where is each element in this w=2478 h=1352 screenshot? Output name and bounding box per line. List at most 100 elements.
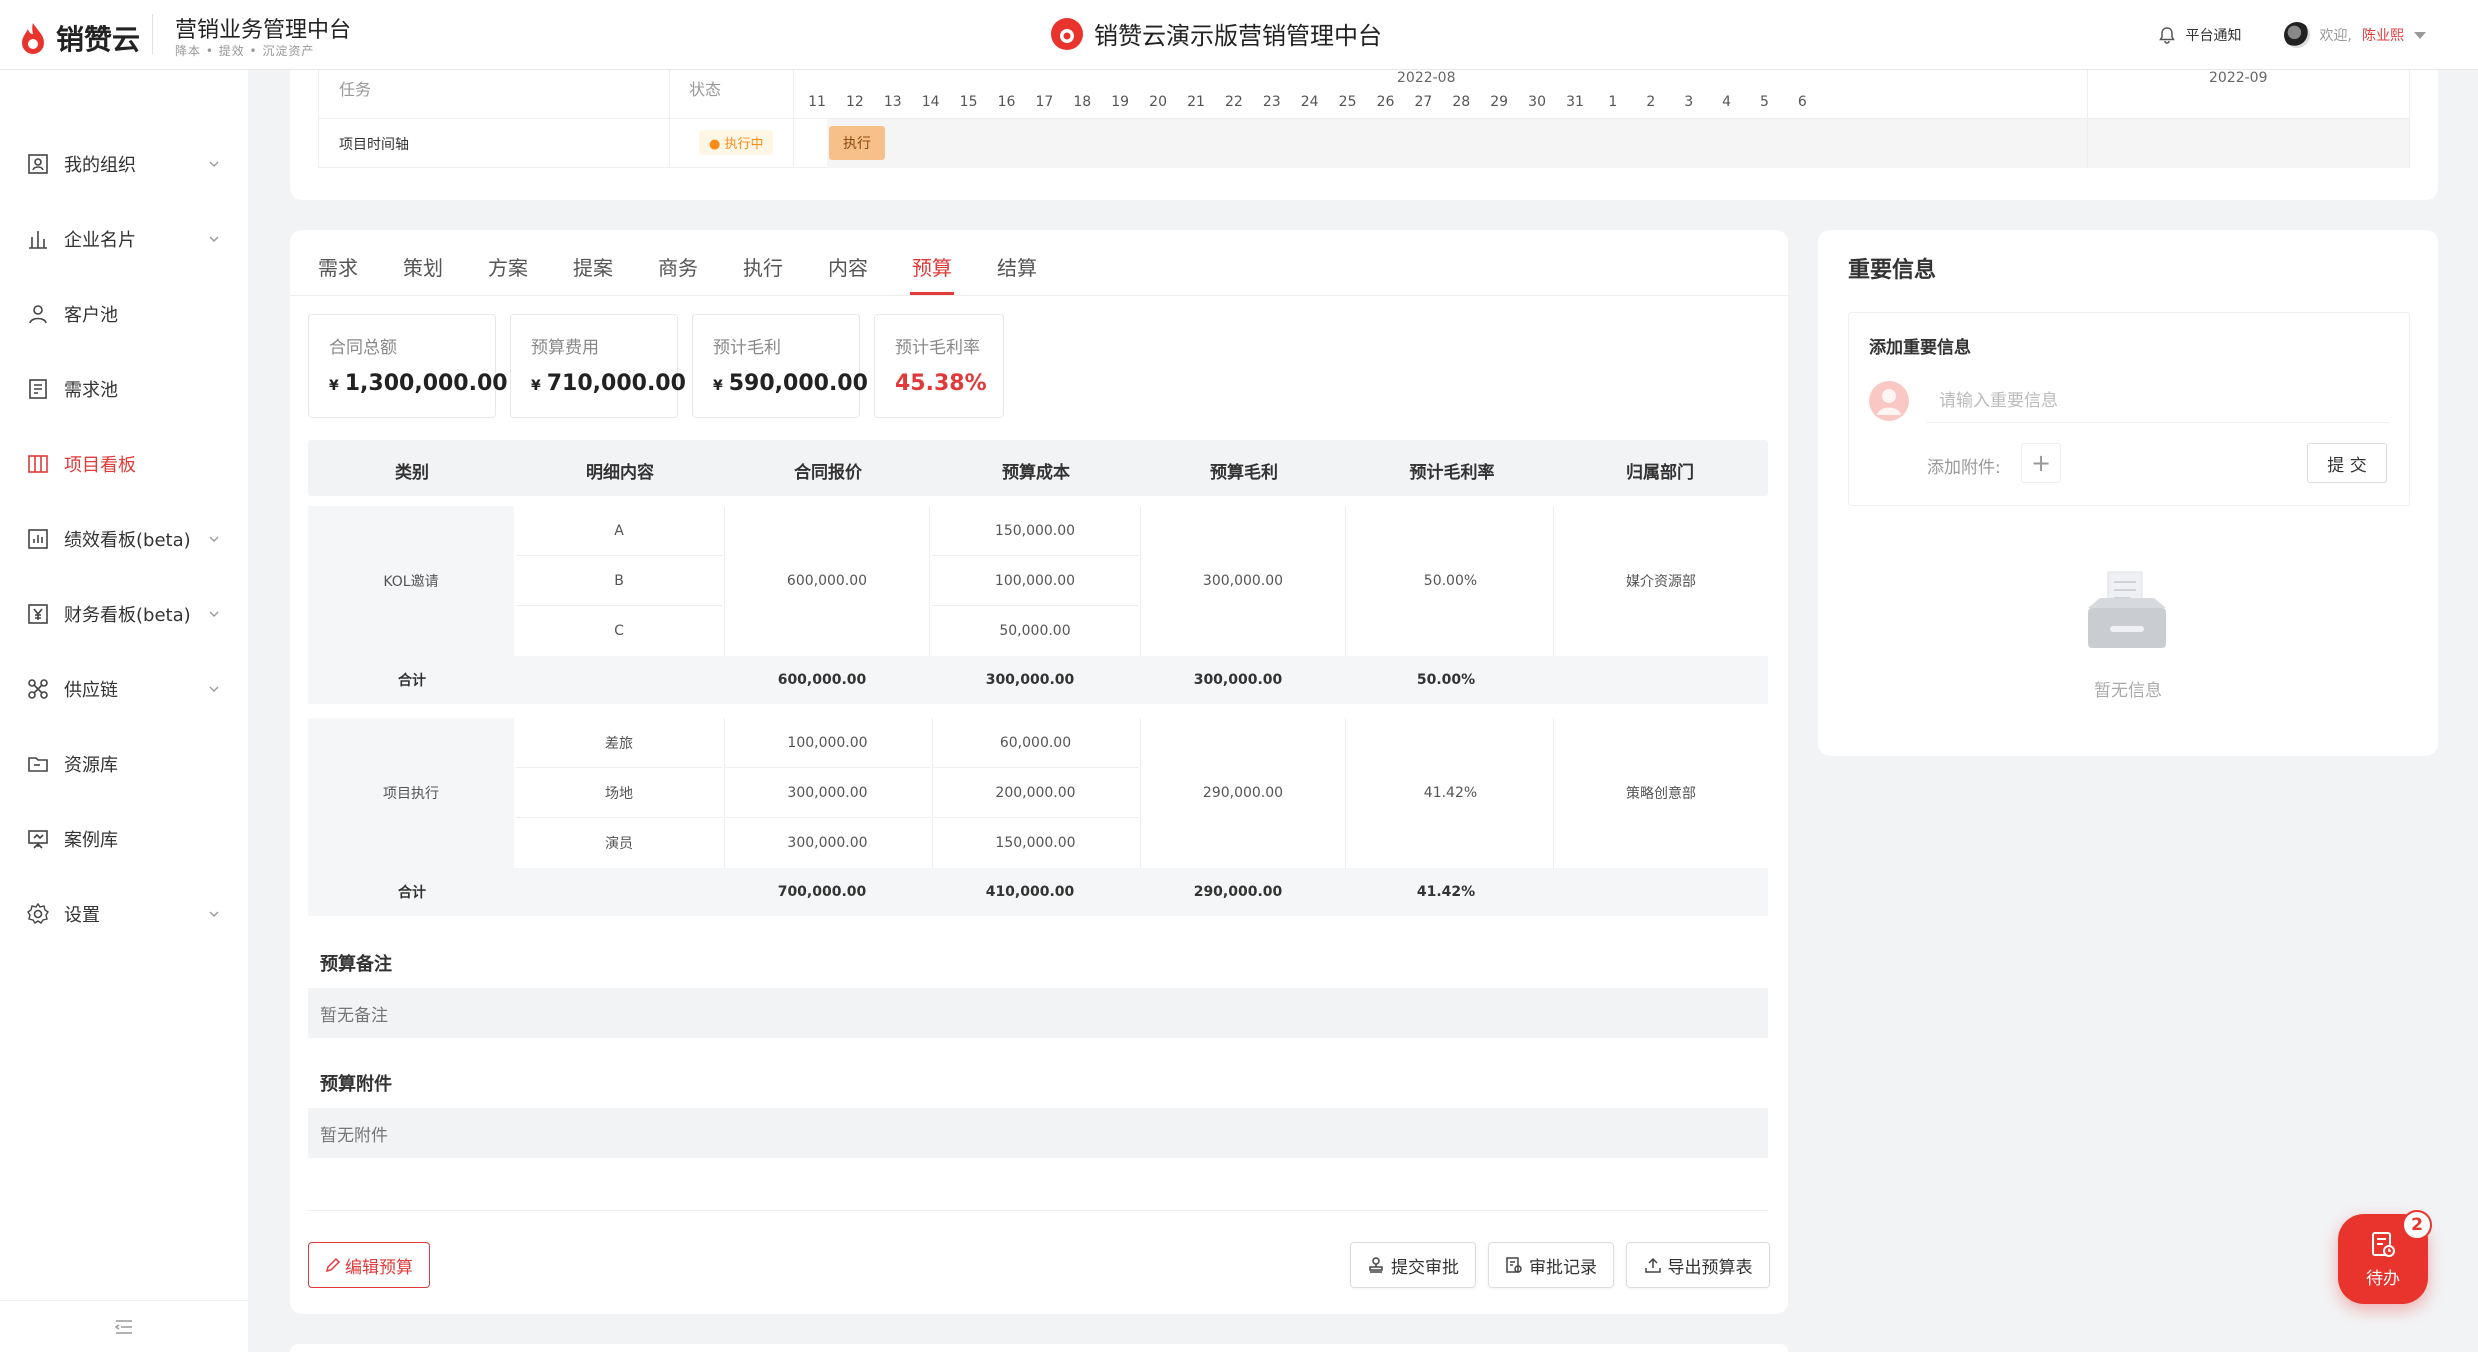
edit-budget-label: 编辑预算 [345, 1257, 413, 1278]
col-profit: 预算毛利 [1210, 463, 1278, 483]
tab-execution[interactable]: 执行 [743, 252, 783, 281]
stat-label: 预计毛利率 [895, 338, 980, 358]
table-cell-detail: 场地 [516, 768, 722, 818]
important-info-input[interactable] [1927, 379, 2389, 423]
org-icon [28, 154, 48, 174]
stat-label: 合同总额 [329, 338, 397, 358]
approval-records-label: 审批记录 [1529, 1257, 1597, 1278]
avatar[interactable] [2283, 22, 2310, 48]
tab-budget[interactable]: 预算 [912, 252, 952, 281]
edit-icon [325, 1257, 341, 1273]
col-category: 类别 [395, 463, 429, 483]
gantt-day-label: 23 [1262, 94, 1281, 110]
tab-plan[interactable]: 方案 [488, 252, 528, 281]
add-attachment-button[interactable]: + [2021, 443, 2061, 483]
table-cell-profit: 300,000.00 [1140, 506, 1346, 656]
logo-flame-icon [22, 23, 44, 54]
tab-demand[interactable]: 需求 [318, 252, 358, 281]
sidebar-item-case-library[interactable]: 案例库 [0, 817, 248, 861]
attach-label: 添加附件: [1927, 458, 2001, 478]
tab-business[interactable]: 商务 [658, 252, 698, 281]
sidebar-item-label: 资源库 [64, 755, 118, 776]
sidebar-item-customer-pool[interactable]: 客户池 [0, 292, 248, 336]
table-cell-margin: 50.00% [1348, 506, 1554, 656]
username[interactable]: 陈业熙 [2362, 25, 2404, 45]
table-cell-contract: 600,000.00 [724, 506, 930, 656]
gantt-day-label: 24 [1300, 94, 1319, 110]
brand-icon [1051, 17, 1083, 50]
todo-count-badge: 2 [2402, 1210, 2432, 1240]
gantt-day-label: 29 [1490, 94, 1509, 110]
sum-cost: 410,000.00 [985, 884, 1075, 900]
sidebar-item-performance-board[interactable]: 绩效看板(beta) [0, 517, 248, 561]
edit-budget-button[interactable]: 编辑预算 [308, 1242, 430, 1288]
table-header: 类别 明细内容 合同报价 预算成本 预算毛利 预计毛利率 归属部门 [308, 440, 1768, 496]
sidebar-item-finance-board[interactable]: 财务看板(beta) [0, 592, 248, 636]
sum-margin: 41.42% [1416, 884, 1476, 900]
sidebar-collapse-toggle[interactable] [0, 1300, 248, 1352]
next-card-edge [290, 1344, 1788, 1352]
gantt-task-name[interactable]: 项目时间轴 [339, 134, 409, 154]
tab-settlement[interactable]: 结算 [997, 252, 1037, 281]
chevron-down-icon [209, 911, 219, 917]
table-cell-margin: 41.42% [1348, 718, 1554, 868]
sidebar-item-supply-chain[interactable]: 供应链 [0, 667, 248, 711]
gantt-day-label: 3 [1684, 94, 1694, 110]
tab-planning[interactable]: 策划 [403, 252, 443, 281]
stamp-icon [1369, 1257, 1383, 1273]
table-cell-contract: 300,000.00 [724, 818, 930, 868]
tab-proposal[interactable]: 提案 [573, 252, 613, 281]
sum-label: 合计 [398, 885, 426, 901]
card-icon [29, 231, 47, 249]
logo[interactable]: 销赞云 [18, 18, 140, 58]
sidebar-item-label: 项目看板 [64, 455, 136, 476]
gantt-chart: 任务 状态 2022-08 2022-09 11 12 13 14 15 16 17 18 19… [318, 70, 2410, 168]
bell-icon[interactable] [2158, 26, 2176, 44]
export-budget-button[interactable]: 导出预算表 [1626, 1242, 1770, 1288]
gantt-bar[interactable]: 执行 [829, 126, 885, 160]
sidebar-item-settings[interactable]: 设置 [0, 892, 248, 936]
sidebar-item-my-org[interactable]: 我的组织 [0, 142, 248, 186]
sidebar-item-company-card[interactable]: 企业名片 [0, 217, 248, 261]
sum-label: 合计 [398, 673, 426, 689]
stat-label: 预算费用 [531, 338, 599, 358]
stat-label: 预计毛利 [713, 338, 781, 358]
submit-approval-button[interactable]: 提交审批 [1350, 1242, 1476, 1288]
caret-down-icon[interactable] [2414, 31, 2426, 39]
table-cell-dept: 媒介资源部 [1626, 574, 1696, 590]
sum-cost: 300,000.00 [985, 672, 1075, 688]
top-header: 销赞云 营销业务管理中台 降本 • 提效 • 沉淀资产 销赞云演示版营销管理中台… [0, 0, 2478, 70]
todo-float-button[interactable]: 待办 2 [2338, 1210, 2432, 1304]
col-cost: 预算成本 [1002, 463, 1070, 483]
sum-profit: 300,000.00 [1193, 672, 1283, 688]
submit-info-button[interactable]: 提 交 [2307, 443, 2387, 483]
approval-records-button[interactable]: 审批记录 [1488, 1242, 1614, 1288]
tab-content[interactable]: 内容 [828, 252, 868, 281]
gantt-day-label: 20 [1149, 94, 1167, 110]
sidebar-item-resource-library[interactable]: 资源库 [0, 742, 248, 786]
chevron-down-icon [209, 536, 219, 542]
gantt-row [319, 118, 2409, 168]
records-icon [1506, 1257, 1522, 1273]
welcome-text: 欢迎, [2319, 28, 2352, 44]
gantt-month-divider [2087, 70, 2088, 168]
stat-budget-cost: 预算费用 ¥710,000.00 [510, 314, 686, 418]
logo-text: 销赞云 [56, 23, 141, 56]
avatar [1869, 381, 1909, 421]
table-cell-contract: 100,000.00 [724, 718, 930, 768]
empty-box-icon [2088, 571, 2166, 648]
sidebar-item-project-board[interactable]: 项目看板 [0, 442, 248, 486]
sidebar-item-demand-pool[interactable]: 需求池 [0, 367, 248, 411]
tab-active-indicator [910, 292, 954, 295]
table-cell-dept: 策略创意部 [1626, 786, 1696, 802]
notice-link[interactable]: 平台通知 [2186, 25, 2242, 45]
header-right: 平台通知 欢迎, 陈业熙 [2158, 22, 2426, 48]
gantt-divider [669, 70, 670, 168]
system-subtitle: 降本 • 提效 • 沉淀资产 [175, 44, 315, 58]
gantt-month-sep: 2022-09 [2209, 70, 2268, 86]
gantt-col-task: 任务 [339, 80, 372, 99]
gantt-day-label: 19 [1111, 94, 1130, 110]
stat-value: ¥710,000.00 [531, 371, 686, 396]
notes-title: 预算备注 [320, 954, 392, 975]
table-cell-detail: B [516, 556, 722, 606]
